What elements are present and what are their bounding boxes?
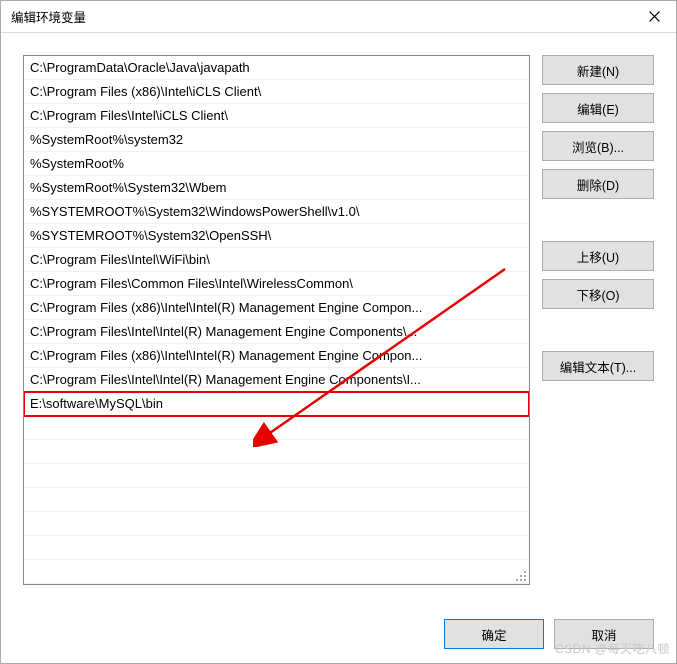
window-title: 编辑环境变量 <box>11 7 86 26</box>
edit-button[interactable]: 编辑(E) <box>542 93 654 123</box>
path-row[interactable]: %SYSTEMROOT%\System32\OpenSSH\ <box>24 224 529 248</box>
path-row[interactable]: C:\Program Files (x86)\Intel\iCLS Client… <box>24 80 529 104</box>
ok-button[interactable]: 确定 <box>444 619 544 649</box>
path-row[interactable]: C:\Program Files (x86)\Intel\Intel(R) Ma… <box>24 296 529 320</box>
watermark-text: CSDN @每天吃八顿 <box>555 640 670 657</box>
delete-button[interactable]: 删除(D) <box>542 169 654 199</box>
path-row[interactable]: %SystemRoot%\System32\Wbem <box>24 176 529 200</box>
move-up-button[interactable]: 上移(U) <box>542 241 654 271</box>
path-row[interactable]: C:\Program Files\Intel\Intel(R) Manageme… <box>24 320 529 344</box>
path-row[interactable]: C:\ProgramData\Oracle\Java\javapath <box>24 56 529 80</box>
close-icon <box>649 11 660 22</box>
path-row[interactable]: C:\Program Files (x86)\Intel\Intel(R) Ma… <box>24 344 529 368</box>
path-row[interactable]: %SystemRoot% <box>24 152 529 176</box>
path-row[interactable]: %SYSTEMROOT%\System32\WindowsPowerShell\… <box>24 200 529 224</box>
edit-env-var-dialog: 编辑环境变量 C:\ProgramData\Oracle\Java\javapa… <box>0 0 677 664</box>
close-button[interactable] <box>632 2 676 32</box>
new-button[interactable]: 新建(N) <box>542 55 654 85</box>
titlebar: 编辑环境变量 <box>1 1 676 33</box>
edit-text-button[interactable]: 编辑文本(T)... <box>542 351 654 381</box>
browse-button[interactable]: 浏览(B)... <box>542 131 654 161</box>
path-row[interactable]: C:\Program Files\Common Files\Intel\Wire… <box>24 272 529 296</box>
path-row[interactable]: %SystemRoot%\system32 <box>24 128 529 152</box>
path-row[interactable]: C:\Program Files\Intel\Intel(R) Manageme… <box>24 368 529 392</box>
button-sidebar: 新建(N) 编辑(E) 浏览(B)... 删除(D) 上移(U) 下移(O) 编… <box>542 55 654 605</box>
resize-grip-icon <box>513 568 527 582</box>
content-area: C:\ProgramData\Oracle\Java\javapath C:\P… <box>1 33 676 605</box>
move-down-button[interactable]: 下移(O) <box>542 279 654 309</box>
path-row-highlighted[interactable]: E:\software\MySQL\bin <box>24 392 529 416</box>
path-row[interactable]: C:\Program Files\Intel\WiFi\bin\ <box>24 248 529 272</box>
path-row[interactable]: C:\Program Files\Intel\iCLS Client\ <box>24 104 529 128</box>
path-listbox[interactable]: C:\ProgramData\Oracle\Java\javapath C:\P… <box>23 55 530 585</box>
empty-grid <box>24 416 529 584</box>
